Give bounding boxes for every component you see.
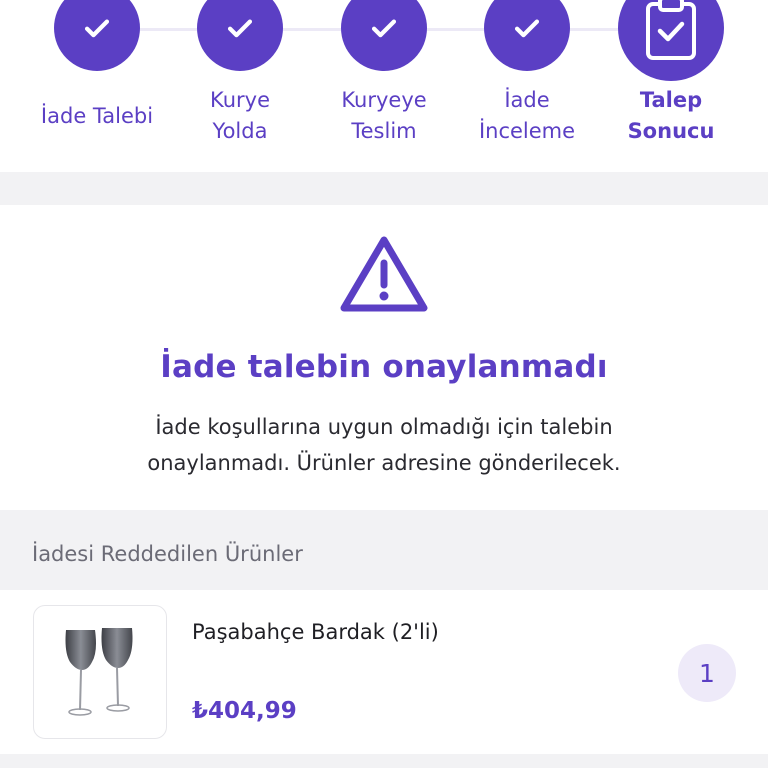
check-icon bbox=[197, 0, 283, 71]
section-title: İadesi Reddedilen Ürünler bbox=[32, 542, 303, 566]
warning-triangle-icon bbox=[338, 233, 430, 319]
step-return-request: İade Talebi bbox=[22, 0, 172, 132]
product-price: ₺404,99 bbox=[192, 698, 297, 724]
check-icon bbox=[54, 0, 140, 71]
check-icon bbox=[341, 0, 427, 71]
section-divider bbox=[0, 172, 768, 205]
result-title: İade talebin onaylanmadı bbox=[160, 349, 608, 385]
step-label: Talep Sonucu bbox=[627, 88, 715, 143]
result-card: İade talebin onaylanmadı İade koşulların… bbox=[0, 205, 768, 510]
check-icon bbox=[484, 0, 570, 71]
step-return-review: İade İnceleme bbox=[452, 0, 602, 147]
section-divider bbox=[0, 754, 768, 768]
wine-glasses-icon bbox=[65, 628, 133, 716]
rejected-products-header: İadesi Reddedilen Ürünler bbox=[0, 510, 768, 590]
step-request-result: Talep Sonucu bbox=[596, 0, 746, 147]
step-label: İade Talebi bbox=[40, 104, 154, 128]
quantity-badge: 1 bbox=[678, 644, 736, 702]
step-label: Kurye Yolda bbox=[209, 88, 271, 143]
step-label: İade İnceleme bbox=[478, 88, 576, 143]
product-image[interactable] bbox=[33, 605, 167, 739]
return-progress-stepper: İade Talebi Kurye Yolda Kuryeye Teslim İ… bbox=[0, 0, 768, 172]
result-description: İade koşullarına uygun olmadığı için tal… bbox=[147, 415, 621, 475]
step-courier-on-way: Kurye Yolda bbox=[165, 0, 315, 147]
product-row[interactable]: Paşabahçe Bardak (2'li) ₺404,99 1 bbox=[0, 590, 768, 754]
step-label: Kuryeye Teslim bbox=[341, 88, 427, 143]
product-name[interactable]: Paşabahçe Bardak (2'li) bbox=[192, 620, 439, 644]
step-delivered-to-courier: Kuryeye Teslim bbox=[309, 0, 459, 147]
clipboard-check-icon bbox=[618, 0, 724, 81]
